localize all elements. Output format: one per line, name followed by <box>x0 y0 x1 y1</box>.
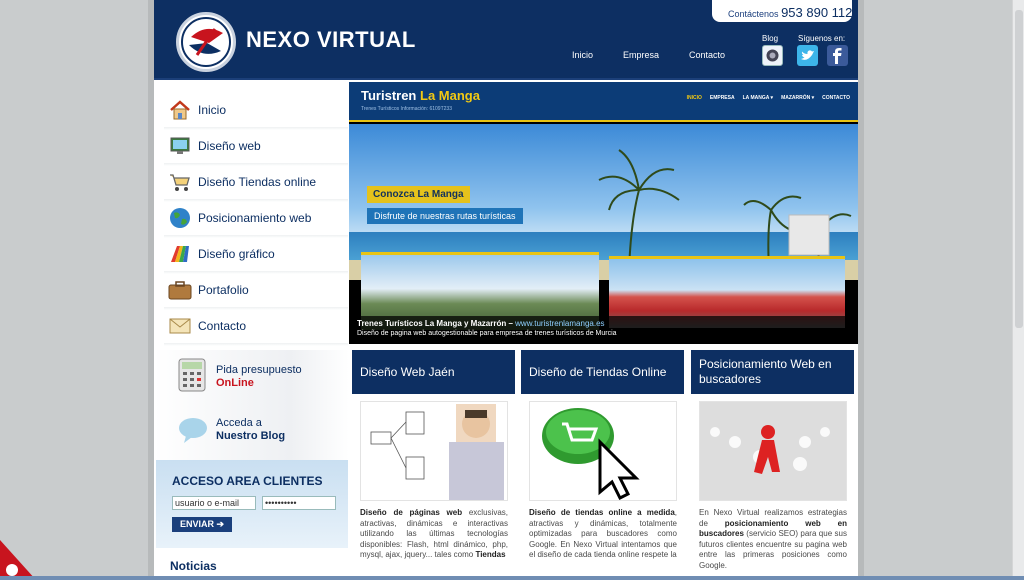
preview-nav-item: MAZARRÓN ▾ <box>781 95 815 101</box>
service-title[interactable]: Posicionamiento Web en buscadores <box>691 350 854 394</box>
contact-box: Contáctenos 953 890 112 <box>712 0 852 22</box>
briefcase-icon <box>168 279 192 301</box>
page-scrollbar[interactable] <box>1012 0 1024 580</box>
facebook-icon[interactable] <box>827 45 848 66</box>
presupuesto-line2: OnLine <box>216 377 254 389</box>
preview-nav: INICIO EMPRESA LA MANGA ▾ MAZARRÓN ▾ CON… <box>687 95 850 101</box>
preview-nav-item: LA MANGA ▾ <box>742 95 774 101</box>
site-header: NEXO VIRTUAL Contáctenos 953 890 112 Ini… <box>154 0 858 80</box>
sidebar-item-contacto[interactable]: Contacto <box>164 308 348 346</box>
home-icon <box>168 99 192 121</box>
preview-nav-item: CONTACTO <box>822 95 850 101</box>
nav-contacto[interactable]: Contacto <box>689 50 725 60</box>
service-box-diseno-web: Diseño Web Jaén Diseño de páginas web ex… <box>352 350 515 580</box>
sidebar-item-label: Diseño web <box>198 138 261 153</box>
slider-caption: Trenes Turísticos La Manga y Mazarrón – … <box>349 316 858 344</box>
sidebar-item-posicionamiento[interactable]: Posicionamiento web <box>164 200 348 238</box>
sidebar-item-diseno-grafico[interactable]: Diseño gráfico <box>164 236 348 274</box>
presupuesto-promo[interactable]: Pida presupuesto OnLine <box>154 350 349 408</box>
service-text: En Nexo Virtual realizamos estrategias d… <box>699 508 847 570</box>
service-title[interactable]: Diseño Web Jaén <box>352 350 515 394</box>
service-box-posicionamiento: Posicionamiento Web en buscadores En Nex… <box>691 350 854 580</box>
caption-url[interactable]: www.turistrenlamanga.es <box>515 319 604 328</box>
sidebar: Inicio Diseño web Diseño Tiendas online … <box>154 82 349 580</box>
sidebar-item-portafolio[interactable]: Portafolio <box>164 272 348 310</box>
preview-site-bar: Turistren La Manga Trenes Turísticos Inf… <box>349 82 858 122</box>
client-login: ACCESO AREA CLIENTES ENVIAR ➔ <box>156 460 348 548</box>
enviar-label: ENVIAR <box>180 519 215 529</box>
palm-trees-image <box>598 149 852 270</box>
contact-phone[interactable]: 953 890 112 <box>781 5 852 20</box>
username-input[interactable] <box>172 496 256 510</box>
top-nav: Inicio Empresa Contacto <box>572 50 755 60</box>
web-design-image <box>360 401 508 501</box>
sidebar-item-tiendas[interactable]: Diseño Tiendas online <box>164 164 348 202</box>
preview-title-b: La Manga <box>420 88 480 103</box>
presupuesto-line1: Pida presupuesto <box>216 364 302 376</box>
sidebar-item-inicio[interactable]: Inicio <box>164 92 348 130</box>
noticias-heading: Noticias <box>170 559 217 573</box>
sidebar-item-label: Posicionamiento web <box>198 210 312 225</box>
envelope-icon <box>168 315 192 337</box>
slider-tag-title: Conozca La Manga <box>367 186 470 203</box>
corner-badge-icon[interactable] <box>0 540 36 580</box>
website: NEXO VIRTUAL Contáctenos 953 890 112 Ini… <box>154 0 858 580</box>
nav-empresa[interactable]: Empresa <box>623 50 659 60</box>
globe-icon <box>168 207 192 229</box>
cart-button-image <box>529 401 677 501</box>
service-box-tiendas: Diseño de Tiendas Online Diseño de tiend… <box>521 350 684 580</box>
preview-nav-item: INICIO <box>686 95 702 101</box>
password-input[interactable] <box>262 496 336 510</box>
preview-site-subtitle: Trenes Turísticos Información: 6109T233 <box>361 106 452 112</box>
chat-bubble-icon <box>178 416 208 449</box>
sidebar-item-label: Diseño Tiendas online <box>198 174 317 189</box>
slider-tag-subtitle: Disfrute de nuestras rutas turísticas <box>367 208 523 224</box>
cart-icon <box>168 171 192 193</box>
featured-slider[interactable]: Turistren La Manga Trenes Turísticos Inf… <box>349 82 858 344</box>
contact-label: Contáctenos <box>728 9 779 19</box>
sidebar-item-diseno-web[interactable]: Diseño web <box>164 128 348 166</box>
blog-icon[interactable] <box>762 45 783 66</box>
seo-figures-image <box>699 401 847 501</box>
caption-title: Trenes Turísticos La Manga y Mazarrón – <box>357 319 513 328</box>
arrow-right-icon: ➔ <box>216 519 225 529</box>
calculator-icon <box>178 358 206 397</box>
preview-nav-item: EMPRESA <box>709 95 735 101</box>
preview-title-a: Turistren <box>361 88 417 103</box>
enviar-button[interactable]: ENVIAR ➔ <box>172 517 232 532</box>
login-title: ACCESO AREA CLIENTES <box>172 474 323 488</box>
taskbar-edge <box>0 576 1024 580</box>
caption-title-line: Trenes Turísticos La Manga y Mazarrón – … <box>357 319 850 328</box>
blog-line1: Acceda a <box>216 417 262 429</box>
scrollbar-thumb[interactable] <box>1015 10 1023 328</box>
service-text: Diseño de tiendas online a medida, atrac… <box>529 508 677 559</box>
social-label: Síguenos en: <box>798 34 846 43</box>
twitter-icon[interactable] <box>797 45 818 66</box>
caption-desc: Diseño de pagina web autogestionable par… <box>357 330 617 337</box>
blog-label: Blog <box>762 34 779 43</box>
preview-site-title: Turistren La Manga <box>361 88 480 103</box>
service-text: Diseño de páginas web exclusivas, atract… <box>360 508 508 559</box>
blog-promo[interactable]: Acceda a Nuestro Blog <box>154 404 349 462</box>
sidebar-item-label: Diseño gráfico <box>198 246 275 261</box>
nav-inicio[interactable]: Inicio <box>572 50 593 60</box>
sidebar-item-label: Inicio <box>198 102 227 117</box>
logo-text[interactable]: NEXO VIRTUAL <box>246 27 416 53</box>
sidebar-item-label: Contacto <box>198 318 247 333</box>
logo-icon[interactable] <box>176 12 236 72</box>
palette-icon <box>168 243 192 265</box>
service-title[interactable]: Diseño de Tiendas Online <box>521 350 684 394</box>
sidebar-item-label: Portafolio <box>198 282 249 297</box>
blog-line2: Nuestro Blog <box>216 430 286 442</box>
monitor-icon <box>168 135 192 157</box>
sidebar-menu: Inicio Diseño web Diseño Tiendas online … <box>164 92 348 346</box>
